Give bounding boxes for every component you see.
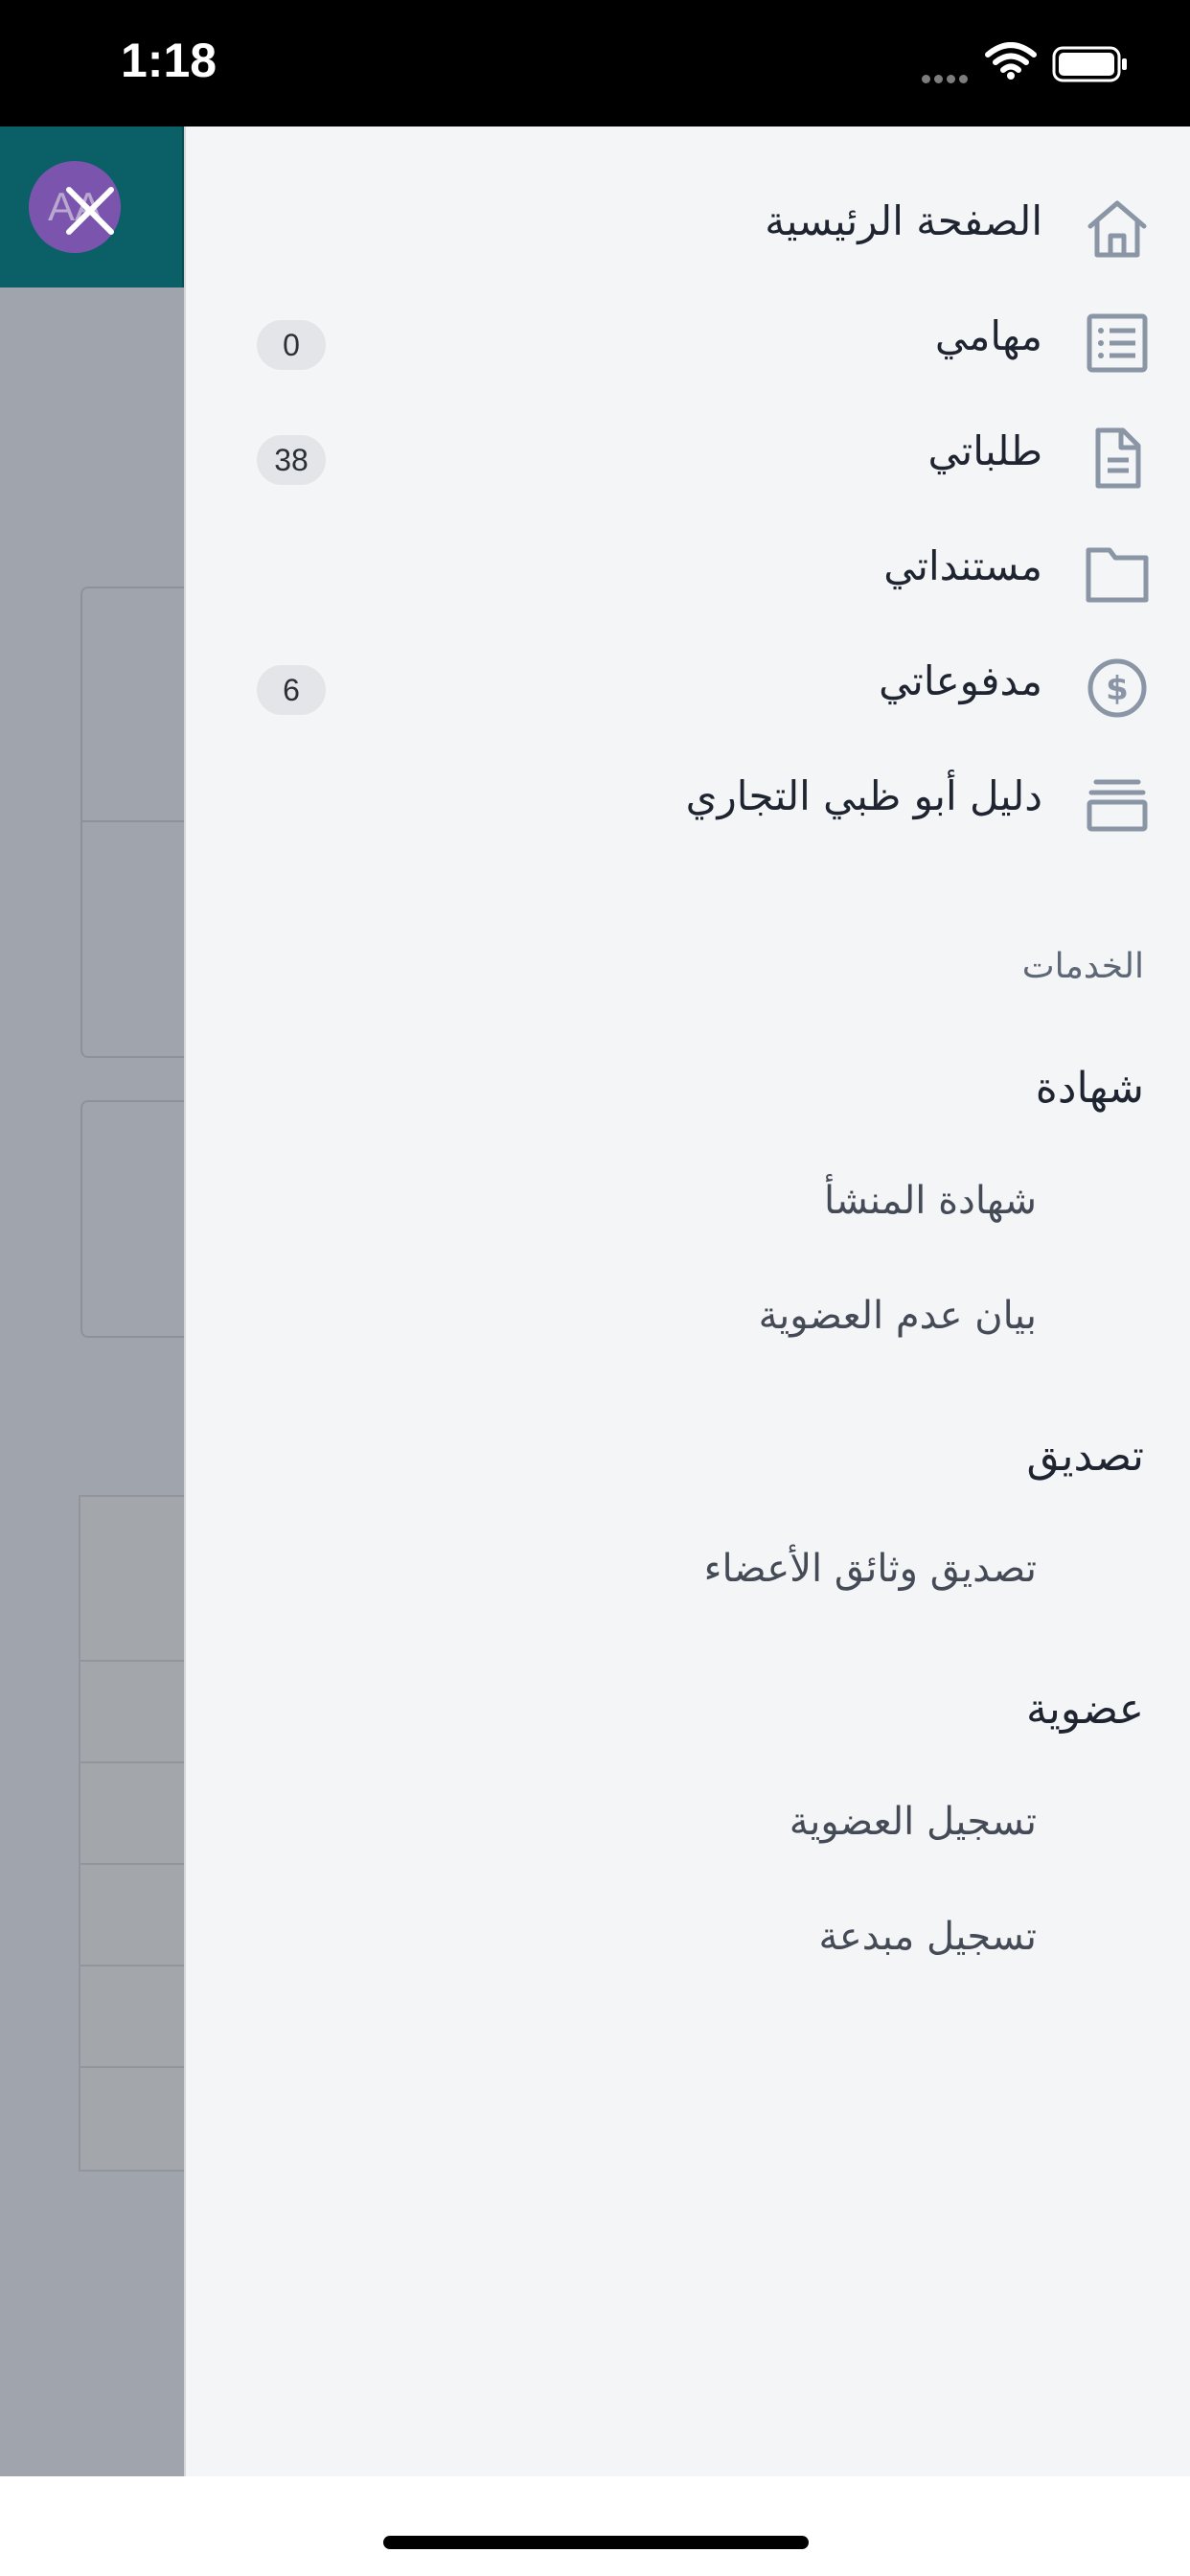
navigation-drawer: الصفحة الرئيسية 0 مهامي 38 طلباتي مستندا… [184, 126, 1190, 2476]
count-badge: 38 [257, 435, 326, 485]
service-member-documents-attestation[interactable]: تصديق وثائق الأعضاء [704, 1547, 1037, 1591]
nav-item-payments[interactable]: 6 $ مدفوعاتي [186, 640, 1190, 736]
document-icon [1095, 427, 1141, 489]
background-row [79, 1863, 184, 1968]
folder-icon [1086, 547, 1149, 603]
background-row [79, 1660, 184, 1765]
services-section-title: الخدمات [1021, 947, 1144, 986]
background-card [80, 586, 184, 1058]
background-card [80, 820, 184, 822]
background-row [79, 1965, 184, 2070]
service-certificate-of-origin[interactable]: شهادة المنشأ [824, 1179, 1037, 1223]
home-icon [1087, 200, 1147, 258]
list-icon [1087, 313, 1148, 373]
backdrop-overlay[interactable]: AA [0, 126, 184, 2476]
close-icon[interactable] [63, 184, 117, 238]
nav-item-documents[interactable]: مستنداتي [186, 525, 1190, 621]
home-indicator[interactable] [383, 2536, 809, 2549]
count-badge: 0 [257, 320, 326, 370]
nav-item-home[interactable]: الصفحة الرئيسية [186, 180, 1190, 276]
nav-item-tasks[interactable]: 0 مهامي [186, 295, 1190, 391]
nav-label: مدفوعاتي [879, 657, 1042, 704]
group-title-membership: عضوية [1026, 1685, 1144, 1734]
group-title-certificate: شهادة [1035, 1064, 1144, 1113]
service-membership-registration[interactable]: تسجيل العضوية [790, 1800, 1037, 1844]
status-bar: 1:18 [0, 0, 1190, 126]
app-header: AA [0, 126, 184, 288]
background-row [79, 1761, 184, 1867]
service-non-membership-statement[interactable]: بيان عدم العضوية [759, 1294, 1037, 1338]
directory-icon [1087, 779, 1148, 832]
svg-text:$: $ [1106, 670, 1129, 708]
nav-item-requests[interactable]: 38 طلباتي [186, 410, 1190, 506]
status-time: 1:18 [121, 34, 217, 87]
signal-icon [922, 69, 972, 87]
nav-item-directory[interactable]: دليل أبو ظبي التجاري [186, 755, 1190, 851]
nav-label: مستنداتي [883, 542, 1042, 589]
nav-label: الصفحة الرئيسية [765, 197, 1042, 244]
nav-label: مهامي [934, 312, 1042, 359]
nav-label: طلباتي [927, 427, 1043, 474]
background-row [79, 1495, 184, 1664]
group-title-attestation: تصديق [1026, 1432, 1144, 1481]
nav-label: دليل أبو ظبي التجاري [685, 772, 1042, 819]
wifi-icon [985, 42, 1037, 80]
dollar-circle-icon: $ [1087, 658, 1147, 718]
battery-icon [1052, 46, 1127, 82]
background-row [79, 2066, 184, 2172]
background-card [80, 1100, 184, 1338]
service-mubdia-registration[interactable]: تسجيل مبدعة [818, 1915, 1037, 1959]
count-badge: 6 [257, 665, 326, 715]
